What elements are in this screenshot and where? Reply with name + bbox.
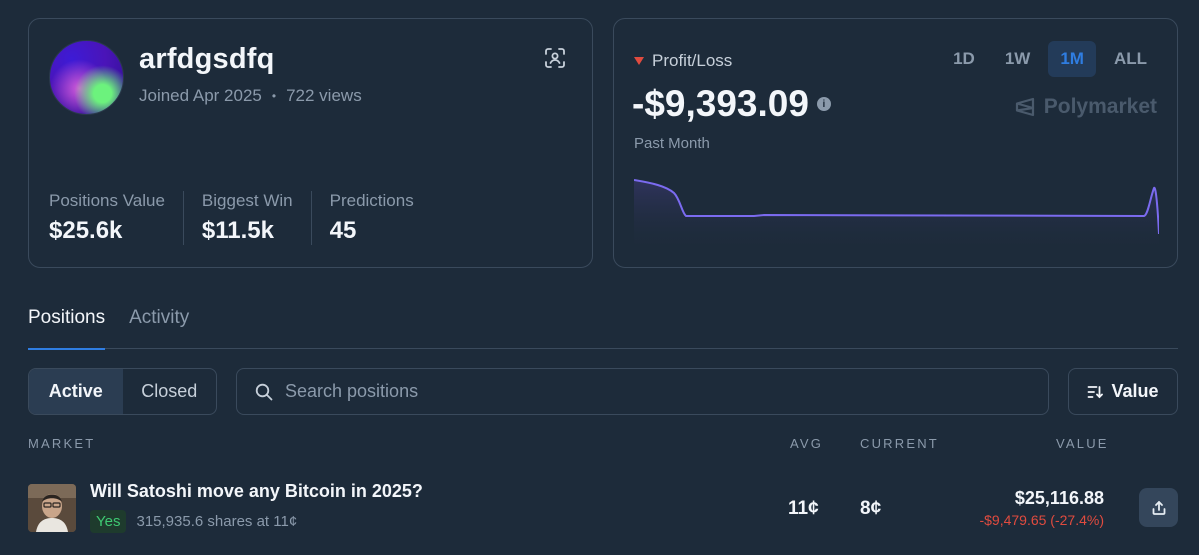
column-header-avg: AVG bbox=[790, 436, 824, 451]
stat-label: Predictions bbox=[329, 191, 414, 210]
share-button[interactable] bbox=[1139, 488, 1178, 527]
pnl-chart bbox=[634, 179, 1159, 254]
share-icon bbox=[1152, 500, 1165, 515]
range-all[interactable]: ALL bbox=[1102, 41, 1159, 77]
column-header-market: MARKET bbox=[28, 436, 96, 451]
range-selector: 1D 1W 1M ALL bbox=[941, 41, 1159, 77]
brand-name: Polymarket bbox=[1043, 95, 1157, 118]
username: arfdgsdfq bbox=[139, 43, 275, 75]
separator-dot: • bbox=[271, 89, 277, 103]
avatar bbox=[49, 40, 124, 115]
position-details: Yes 315,935.6 shares at 11¢ bbox=[90, 510, 297, 533]
market-title[interactable]: Will Satoshi move any Bitcoin in 2025? bbox=[90, 481, 423, 502]
tab-positions[interactable]: Positions bbox=[28, 296, 106, 350]
sort-label: Value bbox=[1111, 381, 1159, 401]
pnl-label-text: Profit/Loss bbox=[652, 51, 733, 70]
range-1m[interactable]: 1M bbox=[1048, 41, 1096, 77]
profile-card: arfdgsdfq Joined Apr 2025 • 722 views Po… bbox=[28, 18, 593, 268]
stat-value: $25.6k bbox=[49, 217, 123, 244]
search-icon bbox=[255, 383, 273, 400]
stat-value: 45 bbox=[329, 217, 357, 244]
polymarket-icon bbox=[1015, 97, 1034, 117]
current-price: 8¢ bbox=[860, 498, 882, 519]
active-filter-button[interactable]: Active bbox=[29, 369, 123, 414]
stat-biggest-win: Biggest Win $11.5k bbox=[202, 191, 312, 245]
pnl-label: Profit/Loss bbox=[634, 51, 732, 71]
pnl-amount: -$9,393.09 bbox=[632, 83, 809, 124]
outcome-badge: Yes bbox=[90, 510, 127, 533]
pnl-value: -$9,393.09 i bbox=[632, 83, 831, 125]
profile-stats: Positions Value $25.6k Biggest Win $11.5… bbox=[49, 191, 450, 245]
search-box bbox=[236, 368, 1049, 415]
stat-label: Biggest Win bbox=[201, 191, 293, 210]
joined-date: Joined Apr 2025 bbox=[139, 86, 262, 105]
value-change: -$9,479.65 (-27.4%) bbox=[979, 512, 1104, 528]
pnl-card: Profit/Loss -$9,393.09 i Past Month 1D 1… bbox=[613, 18, 1178, 268]
stat-label: Positions Value bbox=[49, 191, 165, 210]
sort-icon bbox=[1088, 385, 1104, 398]
range-1w[interactable]: 1W bbox=[993, 41, 1043, 77]
stat-positions-value: Positions Value $25.6k bbox=[49, 191, 184, 245]
column-header-current: CURRENT bbox=[860, 436, 939, 451]
status-toggle: Active Closed bbox=[28, 368, 217, 415]
sort-button[interactable]: Value bbox=[1068, 368, 1178, 415]
pnl-period: Past Month bbox=[634, 135, 710, 152]
tab-activity[interactable]: Activity bbox=[129, 296, 189, 349]
shares-text: 315,935.6 shares at 11¢ bbox=[136, 513, 298, 530]
range-1d[interactable]: 1D bbox=[941, 41, 987, 77]
value-amount: $25,116.88 bbox=[1014, 488, 1104, 508]
down-triangle-icon bbox=[634, 57, 644, 65]
position-value: $25,116.88 -$9,479.65 (-27.4%) bbox=[979, 488, 1104, 528]
column-header-value: VALUE bbox=[1056, 436, 1109, 451]
stat-value: $11.5k bbox=[201, 217, 275, 244]
polymarket-logo: Polymarket bbox=[1014, 95, 1157, 119]
stat-predictions: Predictions 45 bbox=[330, 191, 432, 245]
scan-icon[interactable] bbox=[544, 47, 566, 69]
info-icon[interactable]: i bbox=[816, 97, 831, 111]
closed-filter-button[interactable]: Closed bbox=[123, 369, 217, 414]
market-thumbnail[interactable] bbox=[28, 484, 76, 532]
tab-bar: Positions Activity bbox=[28, 296, 1178, 350]
profile-meta: Joined Apr 2025 • 722 views bbox=[139, 86, 362, 106]
search-input[interactable] bbox=[285, 381, 985, 402]
view-count: 722 views bbox=[286, 86, 362, 105]
avg-price: 11¢ bbox=[788, 498, 819, 519]
